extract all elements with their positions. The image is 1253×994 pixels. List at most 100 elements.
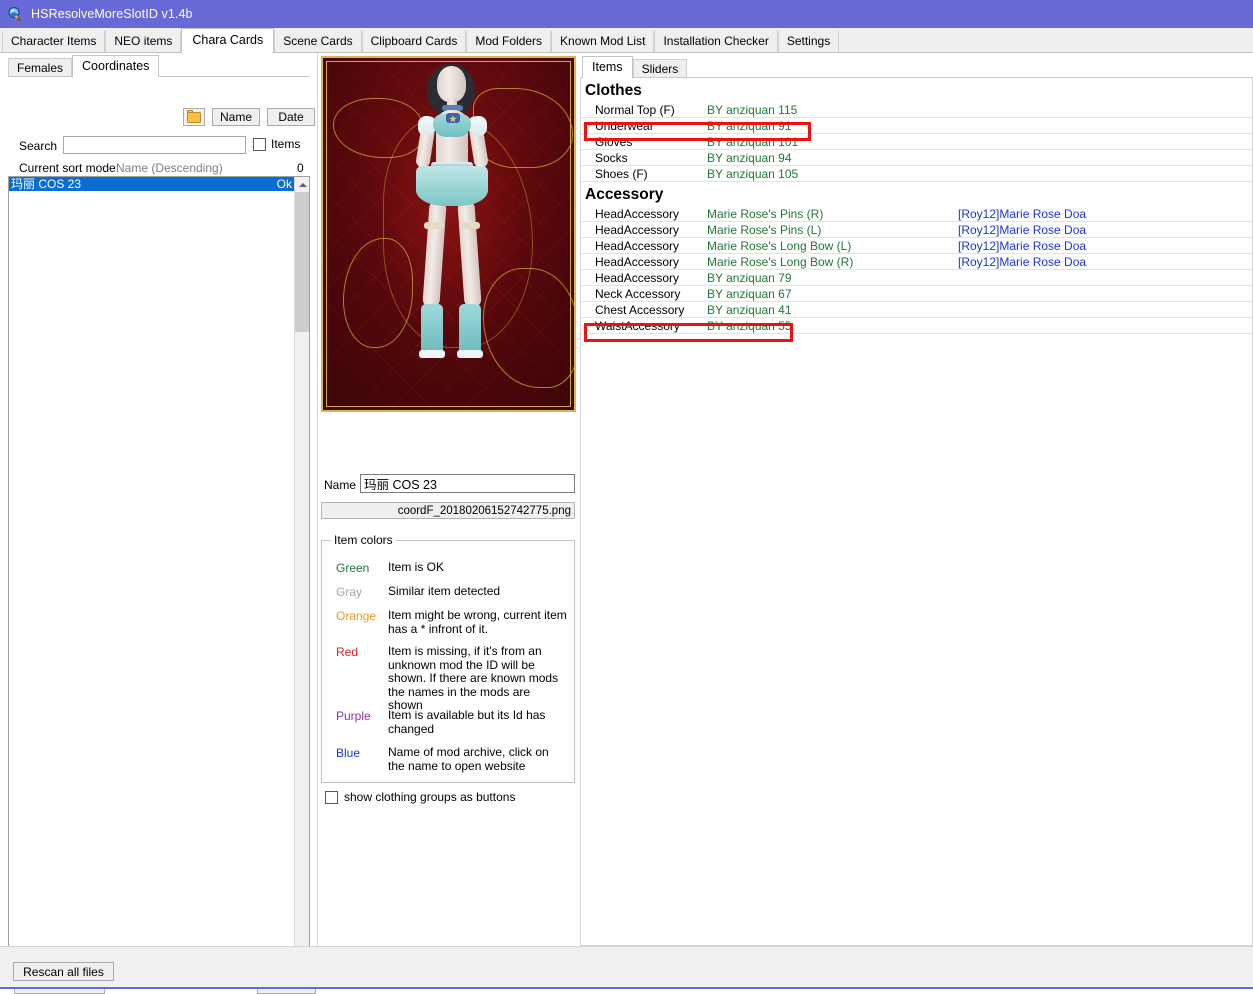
scrollbar-thumb[interactable]: [295, 192, 309, 332]
table-row[interactable]: HeadAccessory Marie Rose's Pins (R) [Roy…: [581, 206, 1252, 222]
checkbox-box-show-groups[interactable]: [325, 790, 338, 804]
legend-key-blue: Blue: [336, 746, 361, 760]
legend-desc-orange: Item might be wrong, current item has a …: [388, 608, 567, 636]
legend-row-purple: Purple Item is available but its Id has …: [336, 708, 568, 736]
item-name[interactable]: BY anziquan 115: [707, 102, 797, 118]
folder-icon: [187, 109, 201, 123]
tab-chara-cards[interactable]: Chara Cards: [181, 28, 275, 53]
tab-known-mod-list[interactable]: Known Mod List: [551, 31, 655, 52]
legend-key-gray: Gray: [336, 585, 363, 599]
group-title-accessory: Accessory: [585, 186, 664, 203]
table-row[interactable]: WaistAccessory BY anziquan 55: [581, 318, 1252, 334]
table-row[interactable]: Shoes (F) BY anziquan 105: [581, 166, 1252, 182]
tab-settings[interactable]: Settings: [777, 31, 840, 52]
tab-items[interactable]: Items: [582, 56, 633, 78]
item-name[interactable]: Marie Rose's Pins (R): [707, 206, 823, 222]
item-name[interactable]: BY anziquan 67: [707, 286, 792, 302]
item-name[interactable]: BY anziquan 91: [707, 118, 792, 134]
item-mod[interactable]: [Roy12]Marie Rose Doa: [958, 254, 1086, 270]
item-slot: Chest Accessory: [595, 303, 685, 317]
subtab-coordinates[interactable]: Coordinates: [72, 55, 160, 77]
group-title-clothes: Clothes: [585, 82, 642, 99]
legend-desc-red: Item is missing, if it's from an unknown…: [388, 644, 559, 712]
item-name[interactable]: BY anziquan 101: [707, 134, 798, 150]
table-row[interactable]: Gloves BY anziquan 101: [581, 134, 1252, 150]
open-folder-button[interactable]: [183, 108, 205, 126]
item-mod[interactable]: [Roy12]Marie Rose Doa: [958, 222, 1086, 238]
item-mod[interactable]: [Roy12]Marie Rose Doa: [958, 206, 1086, 222]
card-list-scrollbar[interactable]: [294, 177, 309, 966]
table-row[interactable]: HeadAccessory Marie Rose's Long Bow (L) …: [581, 238, 1252, 254]
item-mod[interactable]: [Roy12]Marie Rose Doa: [958, 238, 1086, 254]
item-name[interactable]: Marie Rose's Long Bow (L): [707, 238, 851, 254]
item-slot: Normal Top (F): [595, 103, 675, 117]
legend-row-orange: Orange Item might be wrong, current item…: [336, 608, 568, 636]
window-titlebar: HSResolveMoreSlotID v1.4b: [0, 0, 1253, 28]
table-row[interactable]: Normal Top (F) BY anziquan 115: [581, 102, 1252, 118]
left-sub-tab-strip: Females Coordinates: [8, 55, 310, 77]
table-row[interactable]: Underwear BY anziquan 91: [581, 118, 1252, 134]
right-panel: Items Sliders Clothes Normal Top (F) BY …: [580, 53, 1253, 946]
table-row[interactable]: Neck Accessory BY anziquan 67: [581, 286, 1252, 302]
bottom-bar: Rescan all files: [0, 946, 1253, 987]
item-name[interactable]: BY anziquan 94: [707, 150, 792, 166]
sort-by-name-button[interactable]: Name: [212, 108, 260, 126]
main-tab-strip: Character Items NEO items Chara Cards Sc…: [0, 28, 1253, 53]
items-list-container: Clothes Normal Top (F) BY anziquan 115 U…: [580, 78, 1253, 946]
item-name[interactable]: BY anziquan 41: [707, 302, 792, 318]
checkbox-box-items[interactable]: [253, 137, 266, 151]
table-row[interactable]: Chest Accessory BY anziquan 41: [581, 302, 1252, 318]
item-colors-group: Item colors Green Item is OK Gray Simila…: [321, 533, 575, 783]
legend-row-gray: Gray Similar item detected: [336, 584, 568, 599]
legend-key-orange: Orange: [336, 609, 377, 623]
character-card-preview[interactable]: [321, 56, 576, 412]
legend-desc-purple: Item is available but its Id has changed: [388, 708, 546, 736]
search-label: Search: [19, 139, 58, 153]
name-label: Name: [324, 478, 357, 492]
scroll-up-icon[interactable]: [295, 177, 309, 192]
table-row[interactable]: HeadAccessory Marie Rose's Pins (L) [Roy…: [581, 222, 1252, 238]
item-slot: HeadAccessory: [595, 271, 680, 285]
result-count: 0: [297, 161, 304, 175]
item-name[interactable]: BY anziquan 79: [707, 270, 792, 286]
sort-by-date-button[interactable]: Date: [267, 108, 315, 126]
table-row[interactable]: Socks BY anziquan 94: [581, 150, 1252, 166]
subtab-females[interactable]: Females: [8, 58, 73, 77]
sort-mode-label: Current sort mode:: [19, 161, 120, 175]
legend-row-blue: Blue Name of mod archive, click on the n…: [336, 745, 568, 773]
tab-scene-cards[interactable]: Scene Cards: [274, 31, 362, 52]
item-slot: HeadAccessory: [595, 255, 680, 269]
sort-mode-value: Name (Descending): [116, 161, 223, 175]
legend-desc-gray: Similar item detected: [388, 584, 501, 598]
list-item-status: Ok: [276, 177, 292, 191]
list-item[interactable]: 玛丽 COS 23 Ok: [9, 177, 294, 191]
search-input[interactable]: [63, 136, 246, 154]
tab-neo-items[interactable]: NEO items: [105, 31, 182, 52]
tab-sliders[interactable]: Sliders: [632, 59, 688, 78]
right-tab-strip: Items Sliders: [580, 56, 1253, 78]
tab-installation-checker[interactable]: Installation Checker: [654, 31, 778, 52]
table-row[interactable]: HeadAccessory Marie Rose's Long Bow (R) …: [581, 254, 1252, 270]
show-clothing-groups-checkbox[interactable]: show clothing groups as buttons: [325, 790, 515, 804]
item-slot: Shoes (F): [595, 167, 648, 181]
item-name[interactable]: Marie Rose's Long Bow (R): [707, 254, 853, 270]
item-slot: HeadAccessory: [595, 239, 680, 253]
legend-key-purple: Purple: [336, 709, 371, 723]
items-filter-checkbox[interactable]: Items: [253, 137, 300, 151]
card-list[interactable]: 玛丽 COS 23 Ok: [8, 176, 310, 967]
rescan-all-files-button[interactable]: Rescan all files: [13, 962, 114, 981]
magnifier-icon: [7, 6, 24, 23]
item-slot: Socks: [595, 151, 628, 165]
tab-clipboard-cards[interactable]: Clipboard Cards: [361, 31, 467, 52]
tab-mod-folders[interactable]: Mod Folders: [466, 31, 552, 52]
item-name[interactable]: Marie Rose's Pins (L): [707, 222, 821, 238]
table-row[interactable]: HeadAccessory BY anziquan 79: [581, 270, 1252, 286]
tab-character-items[interactable]: Character Items: [2, 31, 106, 52]
item-name[interactable]: BY anziquan 105: [707, 166, 798, 182]
name-input[interactable]: [360, 474, 575, 493]
item-slot: HeadAccessory: [595, 223, 680, 237]
legend-key-green: Green: [336, 561, 370, 575]
item-slot: HeadAccessory: [595, 207, 680, 221]
item-slot: WaistAccessory: [595, 319, 680, 333]
item-name[interactable]: BY anziquan 55: [707, 318, 792, 334]
